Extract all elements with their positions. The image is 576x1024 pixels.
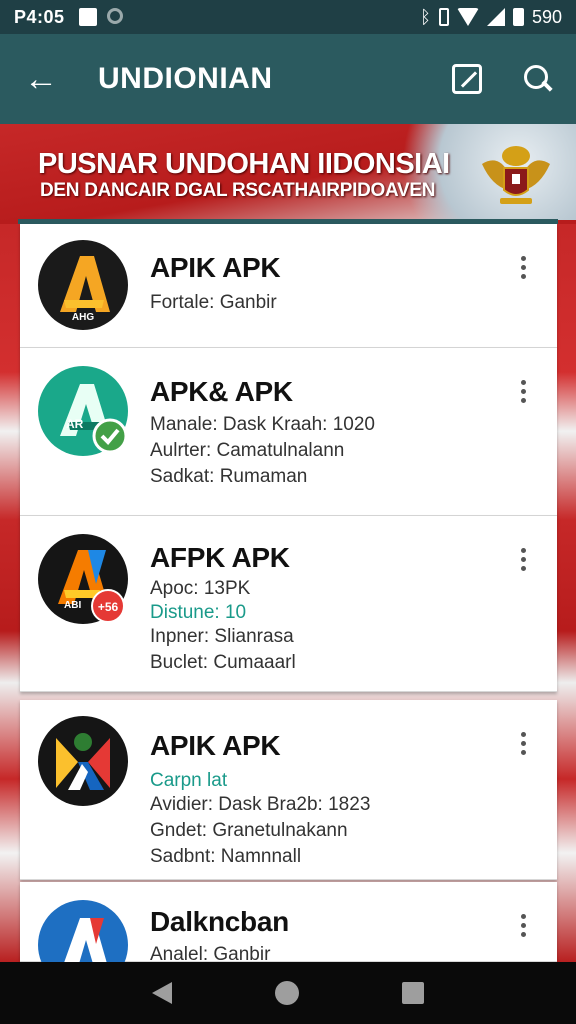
banner-subtitle: DEN DANCAIR DGAL RSCATHAIRPIDOAVEN (40, 180, 436, 201)
more-options-icon[interactable] (518, 914, 528, 940)
banner-title: PUSNAR UNDOHAN IIDONSIAI (38, 148, 450, 180)
item-title: APIK APK (150, 730, 281, 761)
garuda-emblem-icon (482, 146, 550, 204)
battery-level: 590 (531, 6, 562, 27)
notification-app-icon (78, 8, 97, 26)
nav-home-icon[interactable] (274, 981, 299, 1005)
vibrate-icon (438, 8, 449, 26)
item-detail: Aulrter: Camatulnalann (150, 440, 345, 461)
signal-icon (486, 8, 505, 26)
nav-back-icon[interactable] (151, 982, 172, 1004)
list-item[interactable]: AHG APIK APK Fortale: Ganbir (20, 224, 557, 348)
item-detail: Inpner: Slianrasa (150, 626, 294, 647)
wifi-icon (456, 8, 479, 26)
list-item[interactable]: ABI +56 AFPK APK Apoc: 13PK Distune: 10 … (20, 516, 557, 692)
back-arrow-icon[interactable]: ← (24, 62, 64, 96)
app-logo-text: AHG (72, 312, 94, 323)
item-detail: Buclet: Cumaaarl (150, 652, 296, 673)
banner: PUSNAR UNDOHAN IIDONSIAI DEN DANCAIR DGA… (0, 124, 576, 220)
app-logo-text: ABI (64, 600, 81, 611)
app-bar: ← UNDIONIAN (0, 34, 576, 124)
more-options-icon[interactable] (518, 548, 528, 574)
app-logo-icon: AHG (38, 240, 128, 330)
app-logo-icon: AR (38, 366, 128, 456)
item-detail: Apoc: 13PK (150, 578, 251, 599)
item-detail: Sadkat: Rumaman (150, 466, 308, 487)
open-external-icon[interactable] (452, 64, 482, 94)
item-detail: Manale: Dask Kraah: 1020 (150, 414, 375, 435)
status-bar: P4:05 ᛒ 590 (0, 0, 576, 34)
more-options-icon[interactable] (518, 256, 528, 282)
nav-recents-icon[interactable] (402, 982, 425, 1004)
more-options-icon[interactable] (518, 732, 528, 758)
item-detail: Carpn lat (150, 770, 228, 791)
system-nav-bar (0, 962, 576, 1024)
search-icon[interactable] (524, 65, 552, 93)
item-title: APK& APK (150, 376, 293, 407)
app-logo-icon (38, 716, 128, 806)
notification-icons (78, 8, 123, 26)
item-title: AFPK APK (150, 542, 290, 573)
item-detail: Sadbnt: Namnnall (150, 846, 302, 867)
item-detail: Fortale: Ganbir (150, 292, 277, 313)
status-indicators: ᛒ 590 (420, 7, 562, 28)
list-item[interactable]: Dalkncban Analel: Ganbir (20, 882, 557, 990)
bluetooth-icon: ᛒ (420, 6, 431, 27)
item-detail: Avidier: Dask Bra2b: 1823 (150, 794, 371, 815)
item-detail: Gndet: Granetulnakann (150, 820, 348, 841)
settings-notification-icon (106, 8, 123, 24)
list-item[interactable]: APIK APK Carpn lat Avidier: Dask Bra2b: … (20, 700, 557, 880)
item-title: APIK APK (150, 252, 281, 283)
app-logo-text: AR (66, 417, 84, 431)
list-item[interactable]: AR APK& APK Manale: Dask Kraah: 1020 Aul… (20, 348, 557, 516)
status-time: P4:05 (14, 6, 65, 27)
app-bar-actions (452, 64, 552, 94)
battery-icon (512, 8, 524, 26)
page-title: UNDIONIAN (98, 62, 273, 95)
badge-text: +56 (98, 600, 119, 614)
more-options-icon[interactable] (518, 380, 528, 406)
item-title: Dalkncban (150, 906, 289, 937)
item-detail: Distune: 10 (150, 602, 247, 623)
app-logo-icon: ABI +56 (38, 534, 128, 624)
